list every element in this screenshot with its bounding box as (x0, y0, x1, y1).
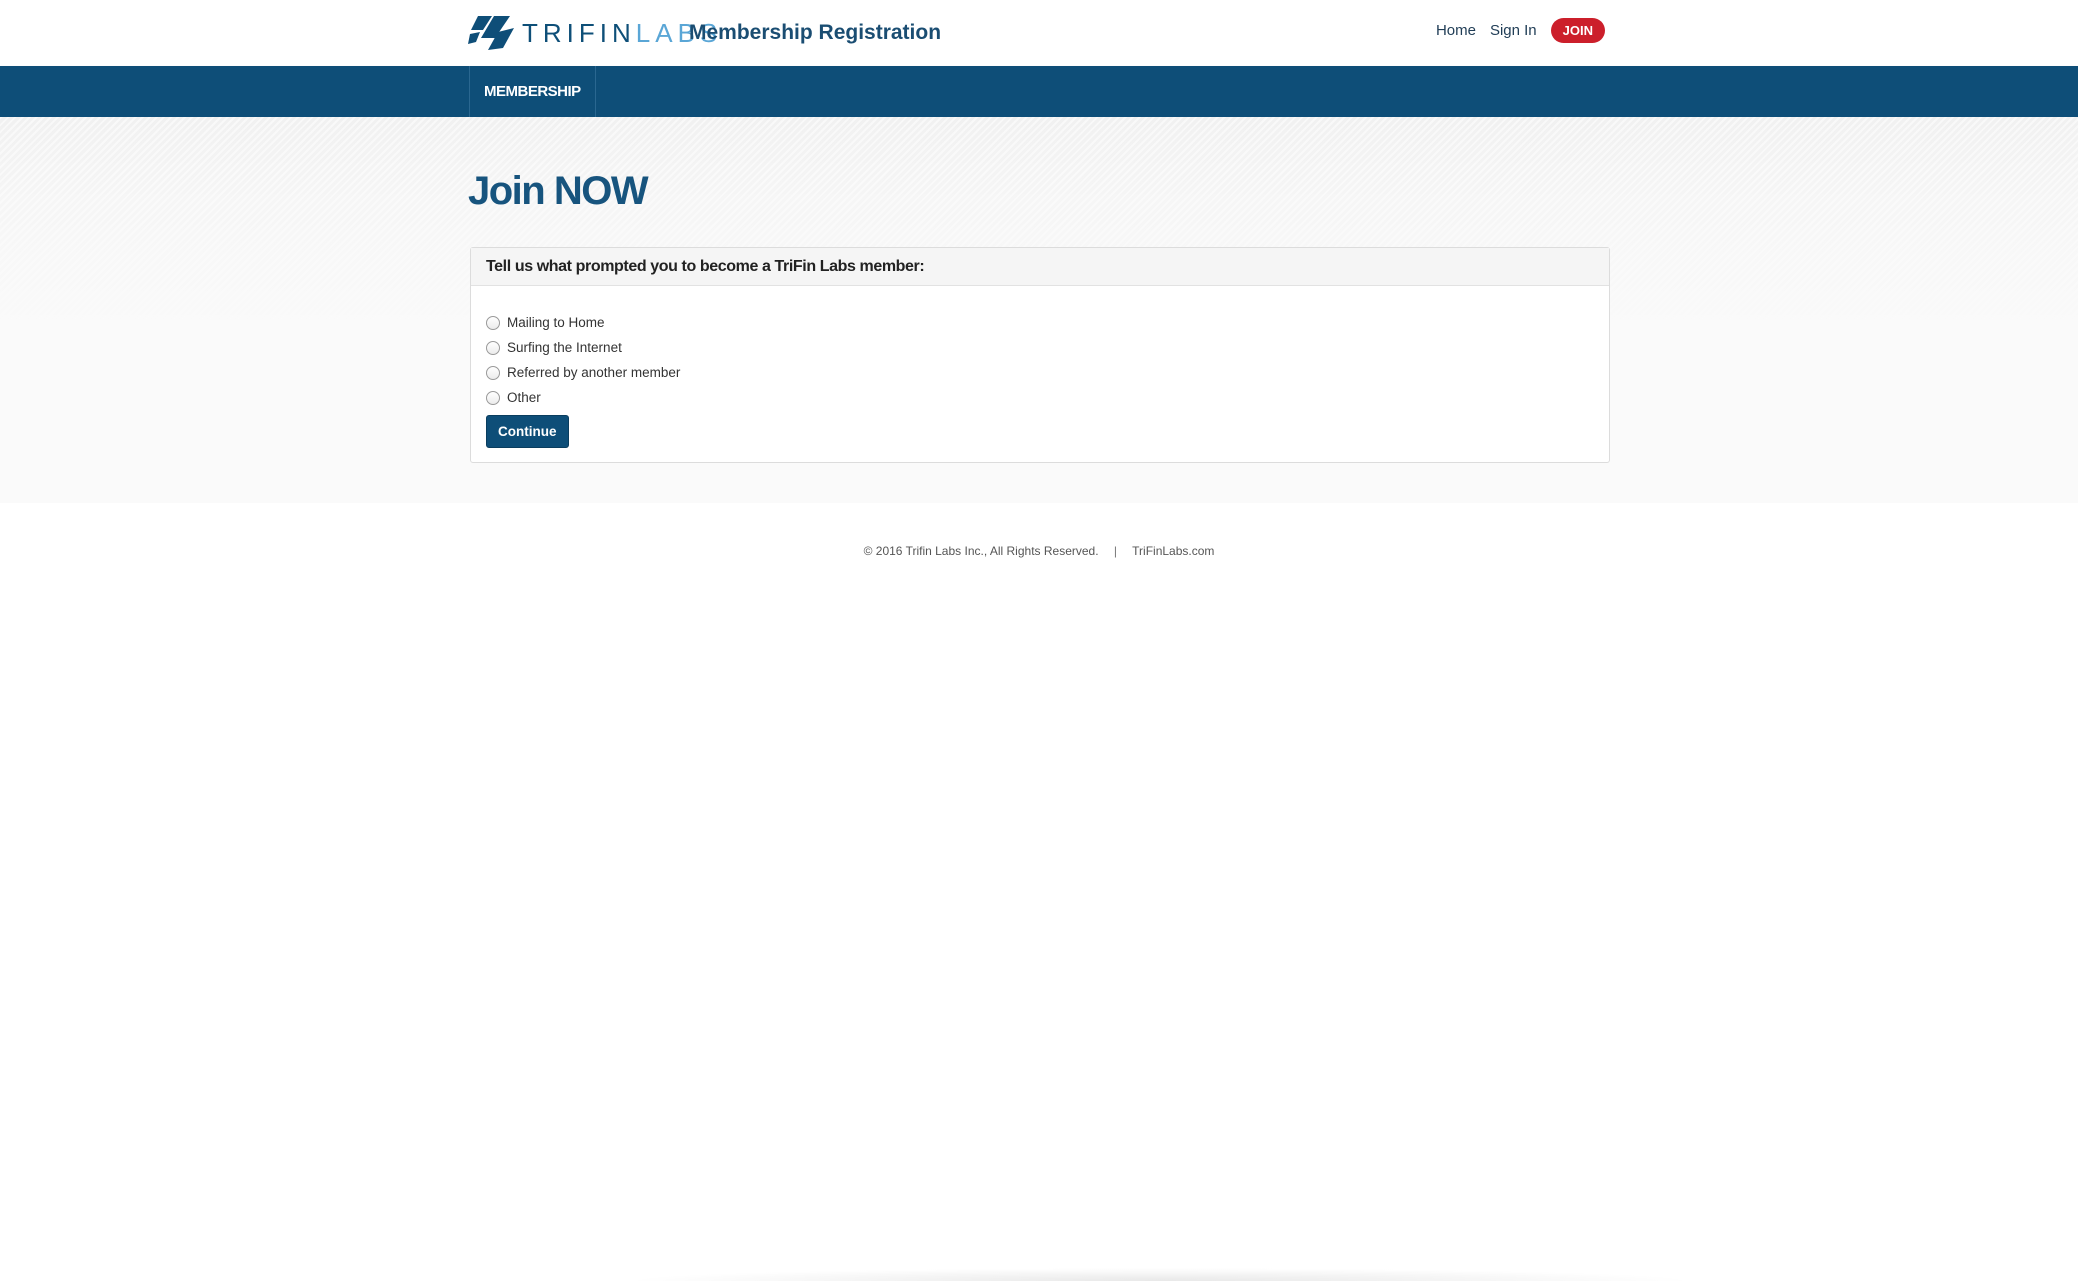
trifin-labs-logo-icon[interactable] (468, 14, 516, 52)
tab-membership[interactable]: MEMBERSHIP (469, 66, 596, 117)
copyright-text: © 2016 Trifin Labs Inc., All Rights Rese… (863, 544, 1099, 558)
continue-button[interactable]: Continue (486, 415, 569, 448)
site-header: TRIFINLABS Membership Registration Home … (0, 0, 2078, 66)
panel-heading: Tell us what prompted you to become a Tr… (471, 248, 1609, 286)
referral-options: Mailing to Home Surfing the Internet Ref… (486, 310, 680, 410)
main-content: Join NOW Tell us what prompted you to be… (0, 117, 2078, 503)
site-title: Membership Registration (689, 21, 942, 44)
option-referred-by-member[interactable]: Referred by another member (486, 360, 680, 385)
radio-button[interactable] (486, 365, 500, 380)
referral-panel: Tell us what prompted you to become a Tr… (470, 247, 1610, 463)
join-button[interactable]: JOIN (1550, 18, 1605, 43)
option-mailing-to-home[interactable]: Mailing to Home (486, 310, 680, 335)
option-label: Surfing the Internet (507, 340, 622, 355)
sign-in-link[interactable]: Sign In (1490, 19, 1537, 43)
site-footer: © 2016 Trifin Labs Inc., All Rights Rese… (0, 544, 2078, 558)
home-link[interactable]: Home (1436, 19, 1476, 43)
radio-button[interactable] (486, 340, 500, 355)
main-nav: MEMBERSHIP (0, 66, 2078, 117)
option-label: Other (507, 390, 541, 405)
bottom-shadow (620, 1268, 1700, 1281)
option-label: Referred by another member (507, 365, 681, 380)
radio-button[interactable] (486, 315, 500, 330)
footer-separator: | (1113, 544, 1118, 558)
option-label: Mailing to Home (507, 315, 605, 330)
option-other[interactable]: Other (486, 385, 680, 410)
radio-button[interactable] (486, 390, 500, 405)
page-title: Join NOW (468, 169, 649, 213)
brand-primary: TRIFIN (522, 18, 636, 48)
trifinlabs-link[interactable]: TriFinLabs.com (1132, 544, 1214, 558)
option-surfing-the-internet[interactable]: Surfing the Internet (486, 335, 680, 360)
top-links: Home Sign In JOIN (1436, 18, 1605, 43)
